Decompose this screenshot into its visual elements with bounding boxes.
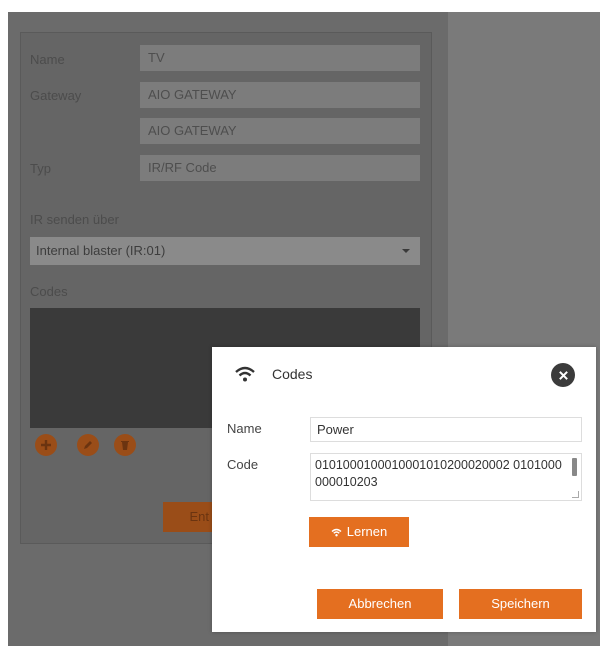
dialog-code-textarea[interactable]: 0101000100010001010200020002 01010000000… xyxy=(310,453,582,501)
name-label: Name xyxy=(30,52,65,67)
pencil-icon xyxy=(84,441,92,449)
textarea-scrollbar[interactable] xyxy=(572,458,577,476)
dialog-name-input[interactable]: Power xyxy=(310,417,582,442)
type-label: Typ xyxy=(30,161,51,176)
wifi-icon xyxy=(331,528,342,537)
learn-button[interactable]: Lernen xyxy=(309,517,409,547)
resize-handle-icon[interactable] xyxy=(572,491,579,498)
dialog-name-label: Name xyxy=(227,421,262,436)
chevron-down-icon xyxy=(402,249,410,253)
ir-send-selected-value: Internal blaster (IR:01) xyxy=(36,243,166,258)
learn-button-label: Lernen xyxy=(346,524,388,539)
add-code-button[interactable] xyxy=(35,434,57,456)
gateway-field-2[interactable]: AIO GATEWAY xyxy=(140,118,420,144)
gateway-label: Gateway xyxy=(30,88,82,103)
type-field[interactable]: IR/RF Code xyxy=(140,155,420,181)
delete-code-button[interactable] xyxy=(114,434,136,456)
background-partial-button[interactable]: Ent xyxy=(163,502,215,532)
name-field[interactable]: TV xyxy=(140,45,420,71)
edit-code-button[interactable] xyxy=(77,434,99,456)
wifi-icon xyxy=(235,366,255,382)
close-icon[interactable] xyxy=(551,363,575,387)
codes-dialog: Codes Name Power Code 010100010001000101… xyxy=(212,347,596,632)
code-value: 0101000100010001010200020002 01010000000… xyxy=(315,458,562,489)
plus-icon xyxy=(41,440,51,450)
trash-icon xyxy=(121,441,129,450)
ir-send-select[interactable]: Internal blaster (IR:01) xyxy=(30,237,420,265)
codes-label: Codes xyxy=(30,284,68,299)
ir-send-label: IR senden über xyxy=(30,212,119,227)
save-button[interactable]: Speichern xyxy=(459,589,582,619)
cancel-button[interactable]: Abbrechen xyxy=(317,589,443,619)
gateway-field-1[interactable]: AIO GATEWAY xyxy=(140,82,420,108)
dialog-code-label: Code xyxy=(227,457,259,472)
dialog-title: Codes xyxy=(272,366,313,382)
dialog-header: Codes xyxy=(212,347,596,403)
